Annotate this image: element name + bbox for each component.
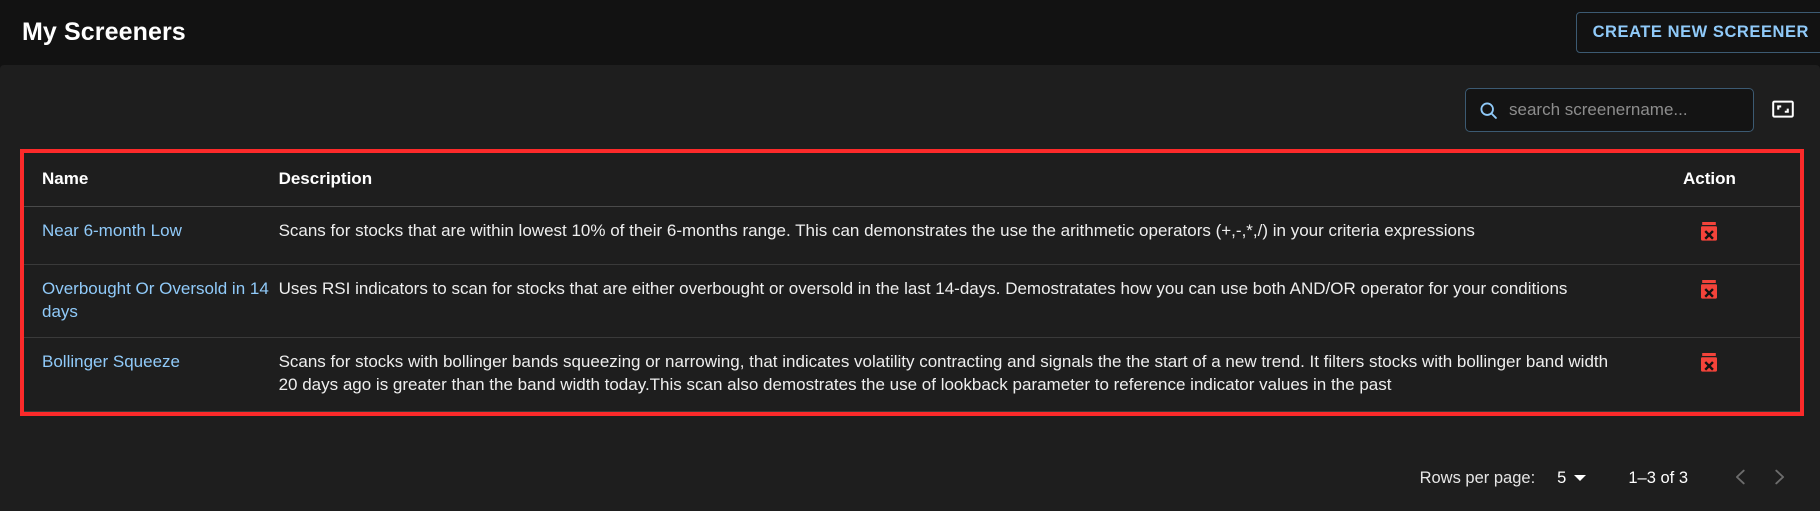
table-head: Name Description Action (24, 153, 1800, 207)
column-header-name: Name (24, 153, 279, 207)
column-header-description: Description (278, 153, 1619, 207)
cell-description: Scans for stocks with bollinger bands sq… (278, 337, 1619, 412)
cell-action (1618, 206, 1800, 266)
delete-screener-button[interactable] (1696, 220, 1722, 246)
table-row: Near 6-month Low Scans for stocks that a… (24, 206, 1800, 266)
cell-name: Bollinger Squeeze (24, 337, 279, 412)
table-toolbar (1465, 88, 1798, 132)
delete-screener-button[interactable] (1696, 351, 1722, 377)
delete-screener-button[interactable] (1696, 278, 1722, 304)
search-input[interactable] (1509, 100, 1741, 120)
chevron-down-icon (1574, 475, 1587, 481)
delete-icon (1698, 278, 1720, 305)
screener-name-link[interactable]: Near 6-month Low (42, 221, 182, 240)
rows-per-page-select[interactable]: 5 (1557, 468, 1587, 488)
delete-icon (1698, 220, 1720, 247)
chevron-left-icon (1730, 466, 1752, 491)
column-header-action: Action (1618, 153, 1800, 207)
app-bar: My Screeners CREATE NEW SCREENER (0, 0, 1820, 65)
table-header-row: Name Description Action (24, 153, 1800, 207)
rows-per-page-label: Rows per page: (1419, 468, 1536, 487)
cell-action (1618, 264, 1800, 339)
table-row: Overbought Or Oversold in 14 days Uses R… (24, 264, 1800, 339)
table-row: Bollinger Squeeze Scans for stocks with … (24, 337, 1800, 412)
create-new-screener-button[interactable]: CREATE NEW SCREENER (1575, 12, 1820, 53)
rows-per-page-value: 5 (1557, 468, 1567, 487)
screener-name-link[interactable]: Bollinger Squeeze (42, 352, 180, 371)
search-box[interactable] (1465, 88, 1754, 132)
pagination-bar: Rows per page: 5 1–3 of 3 (1420, 459, 1798, 497)
chevron-right-icon (1768, 466, 1790, 491)
delete-icon (1698, 351, 1720, 378)
search-icon (1478, 100, 1499, 121)
content-panel: Name Description Action Near 6-month Low… (0, 65, 1820, 511)
cell-name: Near 6-month Low (24, 206, 279, 266)
screeners-table: Name Description Action Near 6-month Low… (24, 153, 1800, 412)
my-screeners-page: My Screeners CREATE NEW SCREENER search … (0, 0, 1820, 511)
cell-description: Uses RSI indicators to scan for stocks t… (278, 264, 1619, 339)
cell-name: Overbought Or Oversold in 14 days (24, 264, 279, 339)
page-title: My Screeners (22, 18, 186, 46)
screeners-table-highlight: Name Description Action Near 6-month Low… (20, 149, 1804, 416)
table-body: Near 6-month Low Scans for stocks that a… (24, 206, 1800, 412)
fullscreen-expand-icon-button[interactable] (1768, 95, 1798, 125)
screener-name-link[interactable]: Overbought Or Oversold in 14 days (42, 279, 269, 321)
cell-description: Scans for stocks that are within lowest … (278, 206, 1619, 266)
cell-action (1618, 337, 1800, 412)
fullscreen-expand-icon (1770, 96, 1796, 125)
previous-page-button[interactable] (1722, 459, 1760, 497)
next-page-button[interactable] (1760, 459, 1798, 497)
pagination-range-label: 1–3 of 3 (1628, 468, 1688, 487)
